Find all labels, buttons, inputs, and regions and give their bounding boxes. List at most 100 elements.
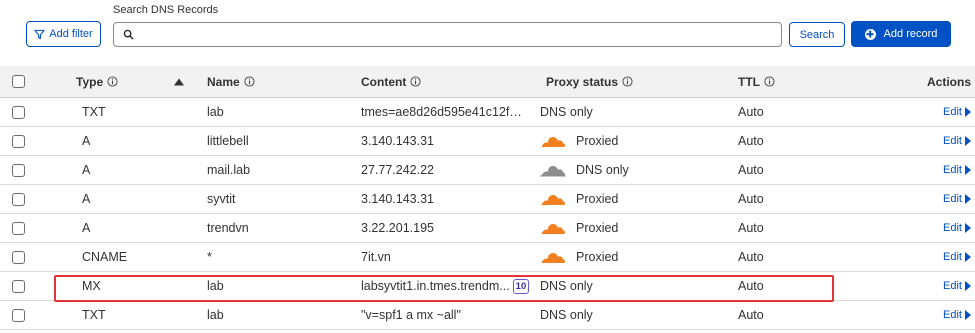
row-checkbox[interactable] xyxy=(12,105,25,119)
table-row[interactable]: A littlebell 3.140.143.31 Proxied Auto E… xyxy=(0,127,975,156)
select-all-checkbox[interactable] xyxy=(12,75,25,88)
record-content-cell: labsyvtit1.in.tmes.trendm... 10 xyxy=(361,272,530,300)
row-checkbox-cell xyxy=(12,185,25,213)
row-checkbox[interactable] xyxy=(12,308,25,322)
edit-link[interactable]: Edit xyxy=(943,135,971,147)
table-row[interactable]: CNAME * 7it.vn Proxied Auto Edit xyxy=(0,243,975,272)
row-checkbox[interactable] xyxy=(12,192,25,206)
table-row[interactable]: MX lab labsyvtit1.in.tmes.trendm... 10 D… xyxy=(0,272,975,301)
table-row[interactable]: A syvtit 3.140.143.31 Proxied Auto Edit xyxy=(0,185,975,214)
table-header: Type Name Content Proxy status TTL Actio… xyxy=(0,66,975,98)
plus-circle-icon xyxy=(864,28,876,40)
record-name: * xyxy=(207,250,212,264)
row-checkbox[interactable] xyxy=(12,250,25,264)
record-name: lab xyxy=(207,105,224,119)
edit-label: Edit xyxy=(943,309,962,321)
column-ttl[interactable]: TTL xyxy=(738,66,775,97)
record-proxy-status: DNS only xyxy=(540,105,593,119)
edit-link[interactable]: Edit xyxy=(943,280,971,292)
row-actions-cell: Edit xyxy=(943,272,971,300)
row-checkbox-cell xyxy=(12,98,25,126)
record-content-cell: "v=spf1 a mx ~all" xyxy=(361,301,461,329)
record-ttl: Auto xyxy=(738,250,764,264)
record-proxy-status: DNS only xyxy=(576,163,629,177)
edit-label: Edit xyxy=(943,164,962,176)
edit-link[interactable]: Edit xyxy=(943,164,971,176)
table-row[interactable]: A trendvn 3.22.201.195 Proxied Auto Edit xyxy=(0,214,975,243)
info-icon[interactable] xyxy=(107,76,118,87)
record-name: littlebell xyxy=(207,134,249,148)
record-ttl: Auto xyxy=(738,163,764,177)
add-record-button[interactable]: Add record xyxy=(851,21,951,47)
record-ttl: Auto xyxy=(738,105,764,119)
record-proxy-status-cell: DNS only xyxy=(540,301,593,329)
record-content-cell: tmes=ae8d26d595e41c12f7... xyxy=(361,98,526,126)
record-proxy-status-cell: DNS only xyxy=(540,272,593,300)
row-checkbox-cell xyxy=(12,214,25,242)
record-content-cell: 3.140.143.31 xyxy=(361,127,434,155)
info-icon[interactable] xyxy=(244,76,255,87)
record-proxy-status-cell: DNS only xyxy=(540,98,593,126)
record-name: lab xyxy=(207,308,224,322)
caret-right-icon xyxy=(965,165,971,175)
edit-link[interactable]: Edit xyxy=(943,193,971,205)
record-type: A xyxy=(82,192,91,206)
record-type: CNAME xyxy=(82,250,128,264)
column-type[interactable]: Type xyxy=(76,66,118,97)
sort-ascending-icon[interactable] xyxy=(174,78,184,86)
info-icon[interactable] xyxy=(622,76,633,87)
edit-label: Edit xyxy=(943,106,962,118)
column-proxy-status[interactable]: Proxy status xyxy=(546,66,633,97)
column-name[interactable]: Name xyxy=(207,66,255,97)
row-checkbox[interactable] xyxy=(12,279,25,293)
column-content[interactable]: Content xyxy=(361,66,421,97)
record-content: labsyvtit1.in.tmes.trendm... xyxy=(361,279,510,293)
info-icon[interactable] xyxy=(410,76,421,87)
record-proxy-status: DNS only xyxy=(540,308,593,322)
search-input[interactable] xyxy=(140,23,781,46)
select-all-cell xyxy=(12,66,25,97)
search-box[interactable] xyxy=(113,22,782,47)
search-button[interactable]: Search xyxy=(789,22,845,47)
dns-records-table: Type Name Content Proxy status TTL Actio… xyxy=(0,66,975,330)
row-actions-cell: Edit xyxy=(943,98,971,126)
row-checkbox-cell xyxy=(12,127,25,155)
caret-right-icon xyxy=(965,310,971,320)
row-checkbox-cell xyxy=(12,156,25,184)
table-row[interactable]: TXT lab "v=spf1 a mx ~all" DNS only Auto… xyxy=(0,301,975,330)
record-content: 7it.vn xyxy=(361,250,391,264)
table-row[interactable]: A mail.lab 27.77.242.22 DNS only Auto Ed… xyxy=(0,156,975,185)
record-ttl: Auto xyxy=(738,134,764,148)
record-type: TXT xyxy=(82,308,106,322)
row-checkbox-cell xyxy=(12,301,25,329)
toolbar: Add filter Search DNS Records Search Add… xyxy=(0,0,975,66)
record-content-cell: 7it.vn xyxy=(361,243,391,271)
edit-link[interactable]: Edit xyxy=(943,251,971,263)
edit-link[interactable]: Edit xyxy=(943,106,971,118)
info-icon[interactable] xyxy=(764,76,775,87)
record-content: "v=spf1 a mx ~all" xyxy=(361,308,461,322)
edit-link[interactable]: Edit xyxy=(943,222,971,234)
table-row[interactable]: TXT lab tmes=ae8d26d595e41c12f7... DNS o… xyxy=(0,98,975,127)
edit-link[interactable]: Edit xyxy=(943,309,971,321)
row-checkbox[interactable] xyxy=(12,134,25,148)
add-filter-button[interactable]: Add filter xyxy=(26,21,101,47)
cloud-proxied-icon xyxy=(541,137,566,147)
row-checkbox[interactable] xyxy=(12,221,25,235)
column-content-label: Content xyxy=(361,74,407,89)
row-checkbox[interactable] xyxy=(12,163,25,177)
caret-right-icon xyxy=(965,223,971,233)
row-actions-cell: Edit xyxy=(943,127,971,155)
record-name: lab xyxy=(207,279,224,293)
record-content: 3.22.201.195 xyxy=(361,221,434,235)
column-ttl-label: TTL xyxy=(738,74,760,89)
row-actions-cell: Edit xyxy=(943,301,971,329)
priority-badge: 10 xyxy=(512,278,530,294)
record-proxy-status-cell: Proxied xyxy=(540,214,618,242)
column-actions: Actions xyxy=(927,66,971,97)
record-ttl: Auto xyxy=(738,192,764,206)
search-label: Search DNS Records xyxy=(113,4,219,16)
record-type: MX xyxy=(82,279,101,293)
record-ttl: Auto xyxy=(738,308,764,322)
record-proxy-status: Proxied xyxy=(576,192,619,206)
